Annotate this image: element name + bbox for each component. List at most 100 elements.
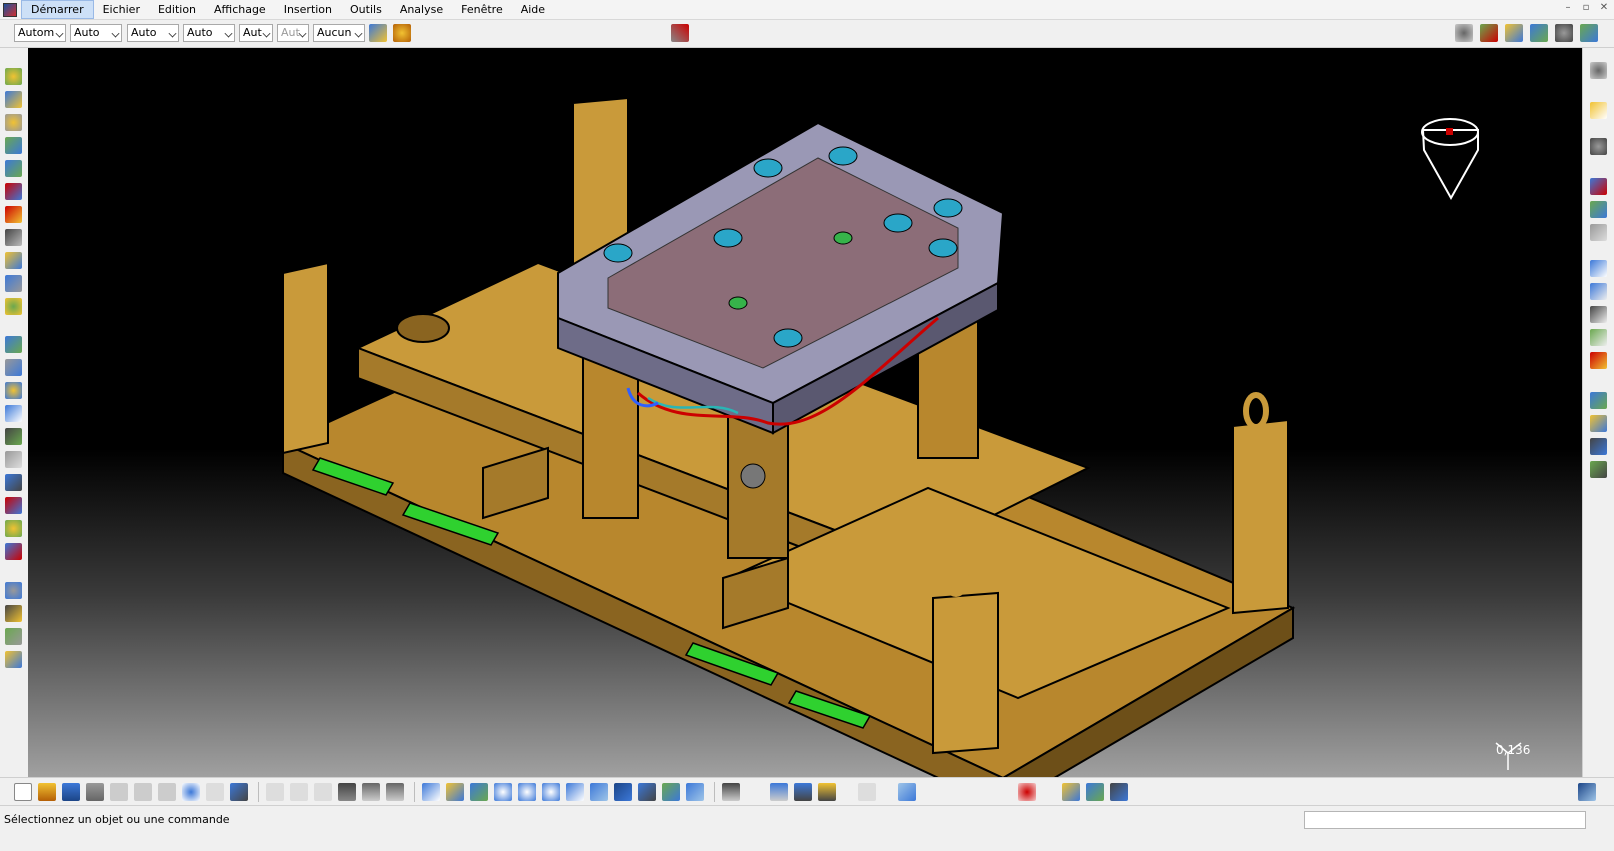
print-icon[interactable]	[86, 783, 104, 801]
table-icon[interactable]	[338, 783, 356, 801]
menu-demarrer[interactable]: Démarrer	[21, 0, 94, 19]
line-type-combo[interactable]: Auto	[183, 24, 235, 42]
coincidence-constraint-icon[interactable]	[5, 336, 22, 353]
reuse-pattern-icon[interactable]	[5, 543, 22, 560]
explode-icon[interactable]	[5, 628, 22, 645]
menu-fenetre[interactable]: Fenêtre	[452, 0, 512, 19]
product-icon[interactable]	[1530, 24, 1548, 42]
catia-app-icon[interactable]	[3, 2, 17, 17]
gear-icon[interactable]	[1455, 24, 1473, 42]
flag-note-icon[interactable]	[1590, 306, 1607, 323]
3d-viewport[interactable]: 0,136	[28, 48, 1582, 777]
offset-constraint-icon[interactable]	[5, 382, 22, 399]
update-icon[interactable]	[722, 783, 740, 801]
layer-combo[interactable]: Aucun	[313, 24, 365, 42]
point-symbol-combo[interactable]: Aut	[239, 24, 273, 42]
save-icon[interactable]	[62, 783, 80, 801]
distance-icon[interactable]	[1590, 224, 1607, 241]
contact-constraint-icon[interactable]	[5, 359, 22, 376]
menu-insertion[interactable]: Insertion	[275, 0, 341, 19]
select-arrow-icon[interactable]	[1590, 102, 1607, 119]
replace-component-icon[interactable]	[5, 160, 22, 177]
analysis-icon[interactable]	[1580, 24, 1598, 42]
part-icon[interactable]	[5, 114, 22, 131]
view-manager-icon[interactable]	[794, 783, 812, 801]
command-input[interactable]	[1304, 811, 1586, 829]
pan-icon[interactable]	[470, 783, 488, 801]
graph-tree-icon[interactable]	[5, 183, 22, 200]
change-constraint-icon[interactable]	[5, 520, 22, 537]
catalog-icon[interactable]	[362, 783, 380, 801]
formula-icon[interactable]	[266, 783, 284, 801]
transparency-combo[interactable]: Auto	[70, 24, 122, 42]
swap-space-icon[interactable]	[686, 783, 704, 801]
sparkle-icon[interactable]	[1505, 24, 1523, 42]
new-document-icon[interactable]	[14, 783, 32, 801]
stop-manipulate-icon[interactable]	[5, 651, 22, 668]
manipulation-icon[interactable]	[5, 582, 22, 599]
menu-analyse[interactable]: Analyse	[391, 0, 452, 19]
zoom-out-icon[interactable]	[542, 783, 560, 801]
mechanism-icon[interactable]	[1590, 62, 1607, 79]
rotate-icon[interactable]	[494, 783, 512, 801]
copy-icon[interactable]	[134, 783, 152, 801]
hide-show-icon[interactable]	[662, 783, 680, 801]
hierarchy-icon[interactable]	[1590, 138, 1607, 155]
manage-representations-icon[interactable]	[5, 275, 22, 292]
section-icon[interactable]	[1590, 201, 1607, 218]
minimize-button[interactable]: –	[1562, 2, 1574, 14]
bill-of-material-icon[interactable]	[1590, 438, 1607, 455]
measure-icon[interactable]	[1590, 260, 1607, 277]
angle-constraint-icon[interactable]	[5, 405, 22, 422]
zoom-in-icon[interactable]	[518, 783, 536, 801]
fix-component-icon[interactable]	[5, 428, 22, 445]
line-thickness-combo[interactable]: Auto	[127, 24, 179, 42]
fill-color-combo[interactable]: Autom	[14, 24, 66, 42]
lamp-icon[interactable]	[818, 783, 836, 801]
quick-constraint-icon[interactable]	[5, 474, 22, 491]
close-button[interactable]: ✕	[1598, 2, 1610, 14]
grid-icon[interactable]	[1018, 783, 1036, 801]
multi-instantiation-icon[interactable]	[5, 298, 22, 315]
rendering-style-combo[interactable]: Aut	[277, 24, 309, 42]
flexible-rigid-icon[interactable]	[5, 497, 22, 514]
cut-icon[interactable]	[110, 783, 128, 801]
menu-aide[interactable]: Aide	[512, 0, 554, 19]
scenes-icon[interactable]	[1590, 392, 1607, 409]
restore-button[interactable]: ▫	[1580, 2, 1592, 14]
paste-icon[interactable]	[158, 783, 176, 801]
cad-model-view[interactable]	[28, 48, 1582, 777]
annotation-text-icon[interactable]	[1590, 283, 1607, 300]
material-icon[interactable]	[898, 783, 916, 801]
iso-view-icon[interactable]	[614, 783, 632, 801]
design-table-icon[interactable]	[386, 783, 404, 801]
product-icon[interactable]	[5, 91, 22, 108]
mechanism-icon[interactable]	[1555, 24, 1573, 42]
compass-icon[interactable]	[1421, 118, 1479, 201]
compass-handle[interactable]	[1446, 128, 1453, 135]
macros-icon[interactable]	[1110, 783, 1128, 801]
3d-annotation-icon[interactable]	[1590, 329, 1607, 346]
catalog-browser-icon[interactable]	[1590, 461, 1607, 478]
generate-numbering-icon[interactable]	[5, 229, 22, 246]
normal-view-icon[interactable]	[566, 783, 584, 801]
pen-icon[interactable]	[671, 24, 689, 42]
renumbering-icon[interactable]	[5, 206, 22, 223]
knowledge-icon[interactable]	[314, 783, 332, 801]
menu-edition[interactable]: Edition	[149, 0, 205, 19]
fix-together-icon[interactable]	[5, 451, 22, 468]
multi-view-icon[interactable]	[590, 783, 608, 801]
comment-icon[interactable]	[290, 783, 308, 801]
clash-icon[interactable]	[1590, 178, 1607, 195]
painter-icon[interactable]	[369, 24, 387, 42]
assembly-icon[interactable]	[1480, 24, 1498, 42]
properties-icon[interactable]	[393, 24, 411, 42]
whats-this-icon[interactable]	[230, 783, 248, 801]
menu-affichage[interactable]: Affichage	[205, 0, 275, 19]
shading-icon[interactable]	[638, 783, 656, 801]
capture-icon[interactable]	[1590, 352, 1607, 369]
menu-fichier[interactable]: Eichier	[94, 0, 149, 19]
enhanced-scene-icon[interactable]	[1590, 415, 1607, 432]
compass-reset-icon[interactable]	[770, 783, 788, 801]
tools-icon[interactable]	[1062, 783, 1080, 801]
